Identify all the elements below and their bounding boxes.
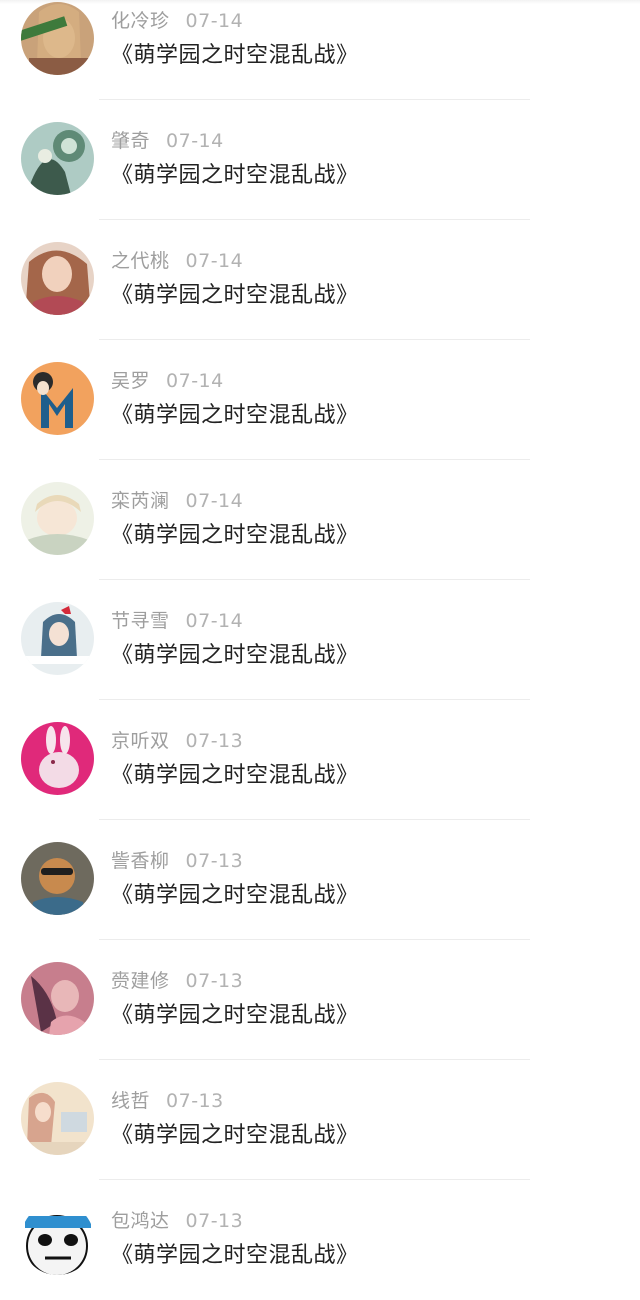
comment-item[interactable]: 包鸿达 07-13 《萌学园之时空混乱战》 [0, 1180, 640, 1300]
comment-text[interactable]: 《萌学园之时空混乱战》 [111, 997, 359, 1029]
user-avatar[interactable] [21, 602, 94, 675]
comment-item[interactable]: 肇奇 07-14 《萌学园之时空混乱战》 [0, 100, 640, 220]
comment-meta: 线哲 07-13 [111, 1086, 224, 1113]
comment-date: 07-14 [185, 610, 244, 632]
comment-text[interactable]: 《萌学园之时空混乱战》 [111, 517, 359, 549]
comment-meta: 肇奇 07-14 [111, 126, 224, 153]
user-avatar[interactable] [21, 122, 94, 195]
comment-meta: 包鸿达 07-13 [111, 1206, 243, 1233]
comment-date: 07-13 [185, 730, 244, 752]
user-name[interactable]: 包鸿达 [111, 1210, 170, 1232]
user-name[interactable]: 肇奇 [111, 130, 150, 152]
comment-date: 07-14 [166, 370, 224, 392]
comment-item[interactable]: 訾香柳 07-13 《萌学园之时空混乱战》 [0, 820, 640, 940]
user-name[interactable]: 栾芮澜 [111, 490, 170, 512]
comment-date: 07-13 [185, 850, 244, 872]
user-avatar[interactable] [21, 842, 94, 915]
comment-text[interactable]: 《萌学园之时空混乱战》 [111, 757, 359, 789]
comment-item[interactable]: 赍建修 07-13 《萌学园之时空混乱战》 [0, 940, 640, 1060]
user-name[interactable]: 线哲 [111, 1090, 150, 1112]
comment-item[interactable]: 化冷珍 07-14 《萌学园之时空混乱战》 [0, 0, 640, 100]
user-avatar[interactable] [21, 722, 94, 795]
comment-meta: 节寻雪 07-14 [111, 606, 243, 633]
user-avatar[interactable] [21, 2, 94, 75]
comment-item[interactable]: 栾芮澜 07-14 《萌学园之时空混乱战》 [0, 460, 640, 580]
comment-meta: 訾香柳 07-13 [111, 846, 243, 873]
comment-meta: 吴罗 07-14 [111, 366, 224, 393]
user-avatar[interactable] [21, 962, 94, 1035]
comment-item[interactable]: 京听双 07-13 《萌学园之时空混乱战》 [0, 700, 640, 820]
user-avatar[interactable] [21, 242, 94, 315]
comment-date: 07-14 [185, 10, 244, 32]
comment-text[interactable]: 《萌学园之时空混乱战》 [111, 397, 359, 429]
comment-date: 07-13 [185, 970, 244, 992]
comment-meta: 化冷珍 07-14 [111, 6, 243, 33]
comment-item[interactable]: 线哲 07-13 《萌学园之时空混乱战》 [0, 1060, 640, 1180]
user-avatar[interactable] [21, 362, 94, 435]
comment-text[interactable]: 《萌学园之时空混乱战》 [111, 157, 359, 189]
user-avatar[interactable] [21, 1082, 94, 1155]
comment-item[interactable]: 之代桃 07-14 《萌学园之时空混乱战》 [0, 220, 640, 340]
comment-date: 07-13 [166, 1090, 224, 1112]
user-name[interactable]: 赍建修 [111, 970, 170, 992]
comment-text[interactable]: 《萌学园之时空混乱战》 [111, 877, 359, 909]
comment-text[interactable]: 《萌学园之时空混乱战》 [111, 637, 359, 669]
comment-text[interactable]: 《萌学园之时空混乱战》 [111, 37, 359, 69]
comment-meta: 京听双 07-13 [111, 726, 243, 753]
comment-date: 07-14 [166, 130, 224, 152]
comment-text[interactable]: 《萌学园之时空混乱战》 [111, 277, 359, 309]
comment-text[interactable]: 《萌学园之时空混乱战》 [111, 1237, 359, 1269]
comment-meta: 赍建修 07-13 [111, 966, 243, 993]
comment-date: 07-13 [185, 1210, 244, 1232]
comment-meta: 之代桃 07-14 [111, 246, 243, 273]
user-name[interactable]: 节寻雪 [111, 610, 170, 632]
comment-list: 化冷珍 07-14 《萌学园之时空混乱战》 肇奇 07-14 《萌学园之时空混乱战》 [0, 0, 640, 1300]
user-name[interactable]: 之代桃 [111, 250, 170, 272]
user-name[interactable]: 化冷珍 [111, 10, 170, 32]
user-name[interactable]: 京听双 [111, 730, 170, 752]
comment-meta: 栾芮澜 07-14 [111, 486, 243, 513]
user-avatar[interactable] [21, 482, 94, 555]
user-name[interactable]: 吴罗 [111, 370, 150, 392]
user-name[interactable]: 訾香柳 [111, 850, 170, 872]
user-avatar[interactable] [21, 1202, 94, 1275]
comment-item[interactable]: 节寻雪 07-14 《萌学园之时空混乱战》 [0, 580, 640, 700]
comment-item[interactable]: 吴罗 07-14 《萌学园之时空混乱战》 [0, 340, 640, 460]
comment-date: 07-14 [185, 250, 244, 272]
comment-date: 07-14 [185, 490, 244, 512]
comment-text[interactable]: 《萌学园之时空混乱战》 [111, 1117, 359, 1149]
